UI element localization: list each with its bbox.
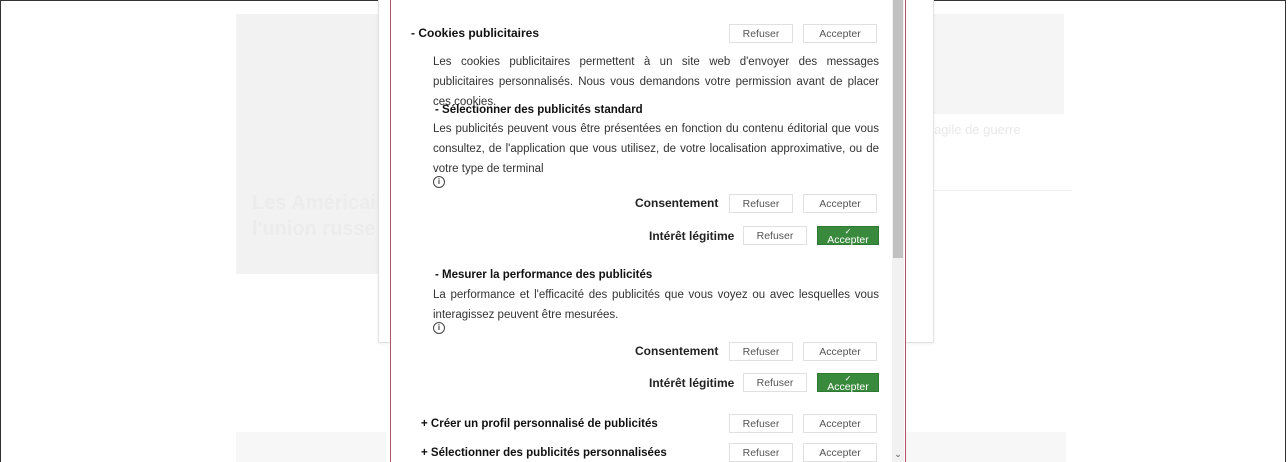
background-divider bbox=[932, 190, 1072, 191]
sub1-consent-label: Consentement bbox=[635, 196, 718, 210]
sub3-title: + Créer un profil personnalisé de public… bbox=[421, 418, 658, 430]
scrollbar-thumb[interactable] bbox=[893, 0, 903, 258]
background-bottom-left-card bbox=[236, 432, 386, 462]
sub2-legit-label: Intérêt légitime bbox=[649, 376, 734, 390]
sub4-title: + Sélectionner des publicités personnali… bbox=[421, 447, 667, 459]
cookie-consent-panel: - Cookies publicitaires Refuser Accepter… bbox=[390, 0, 906, 462]
section-accepter-button[interactable]: Accepter bbox=[803, 24, 877, 43]
section-description: Les cookies publicitaires permettent à u… bbox=[433, 56, 879, 108]
section-title: - Cookies publicitaires bbox=[411, 26, 540, 40]
sub1-description: Les publicités peuvent vous être présent… bbox=[433, 123, 879, 175]
sub2-consent-accepter-button[interactable]: Accepter bbox=[803, 342, 877, 361]
sub2-legit-accepter-button[interactable]: ✓ Accepter bbox=[817, 373, 879, 392]
sub1-info-icon[interactable]: i bbox=[433, 176, 445, 188]
sub2-legit-accepter-label: Accepter bbox=[827, 380, 869, 393]
sub2-legit-refuser-button[interactable]: Refuser bbox=[743, 373, 807, 392]
sub1-legit-text: Intérêt légitime bbox=[649, 229, 735, 243]
scroll-down-icon[interactable]: ⌄ bbox=[892, 449, 904, 460]
sub1-legit-accepter-label: Accepter bbox=[827, 233, 869, 246]
sub1-consent-text: Consentement bbox=[635, 196, 719, 210]
sub2-legit-text: Intérêt légitime bbox=[649, 376, 735, 390]
sub3-accepter-button[interactable]: Accepter bbox=[803, 414, 877, 433]
sub1-legit-refuser-button[interactable]: Refuser bbox=[743, 226, 807, 245]
sub1-header: - Sélectionner des publicités standard bbox=[435, 104, 643, 116]
sub2-consent-refuser-button[interactable]: Refuser bbox=[729, 342, 793, 361]
sub1-title: - Sélectionner des publicités standard bbox=[435, 104, 643, 116]
sub2-consent-text: Consentement bbox=[635, 344, 719, 358]
sub4-header[interactable]: + Sélectionner des publicités personnali… bbox=[421, 447, 667, 459]
section-refuser-button[interactable]: Refuser bbox=[729, 24, 793, 43]
sub2-consent-label: Consentement bbox=[635, 344, 718, 358]
sub3-header[interactable]: + Créer un profil personnalisé de public… bbox=[421, 418, 658, 430]
sub1-legit-label: Intérêt légitime bbox=[649, 229, 734, 243]
sub1-legit-accepter-button[interactable]: ✓ Accepter bbox=[817, 226, 879, 245]
panel-scrollbar[interactable]: ⌄ bbox=[892, 0, 904, 462]
sub3-refuser-button[interactable]: Refuser bbox=[729, 414, 793, 433]
sub2-description: La performance et l'efficacité des publi… bbox=[433, 289, 879, 321]
background-right-text: agile de guerre bbox=[934, 122, 1021, 137]
sub1-consent-accepter-button[interactable]: Accepter bbox=[803, 194, 877, 213]
sub2-info-icon[interactable]: i bbox=[433, 322, 445, 334]
section-header: - Cookies publicitaires bbox=[411, 26, 539, 40]
sub4-refuser-button[interactable]: Refuser bbox=[729, 443, 793, 462]
sub2-header: - Mesurer la performance des publicités bbox=[435, 269, 652, 281]
sub4-accepter-button[interactable]: Accepter bbox=[803, 443, 877, 462]
sub2-title: - Mesurer la performance des publicités bbox=[435, 269, 653, 281]
background-bottom-right-card bbox=[906, 432, 1066, 462]
sub1-consent-refuser-button[interactable]: Refuser bbox=[729, 194, 793, 213]
background-right-image bbox=[932, 14, 1064, 114]
